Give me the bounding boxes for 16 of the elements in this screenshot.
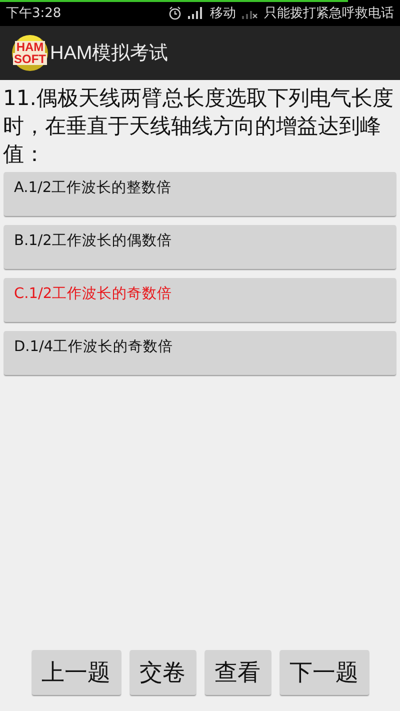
- nav-button[interactable]: 上一题: [32, 650, 120, 695]
- clock: 下午3:28: [6, 5, 62, 22]
- carrier-name: 移动: [210, 5, 236, 22]
- answer-option[interactable]: B.1/2工作波长的偶数倍: [4, 225, 396, 269]
- nav-button[interactable]: 下一题: [280, 650, 368, 695]
- nav-button[interactable]: 查看: [204, 650, 270, 695]
- logo-text: HAM: [15, 41, 45, 53]
- network-note: 只能拨打紧急呼救电话: [264, 5, 394, 22]
- answer-option[interactable]: D.1/4工作波长的奇数倍: [4, 331, 396, 375]
- app-title: HAM模拟考试: [50, 42, 168, 66]
- answer-option[interactable]: A.1/2工作波长的整数倍: [4, 172, 396, 216]
- logo-text: SOFT: [13, 53, 47, 65]
- question-text: 11.偶极天线两臂总长度选取下列电气长度时，在垂直于天线轴线方向的增益达到峰值：: [2, 85, 394, 168]
- signal-icon: [188, 7, 204, 19]
- alarm-icon: [168, 6, 182, 20]
- nav-button[interactable]: 交卷: [130, 650, 196, 695]
